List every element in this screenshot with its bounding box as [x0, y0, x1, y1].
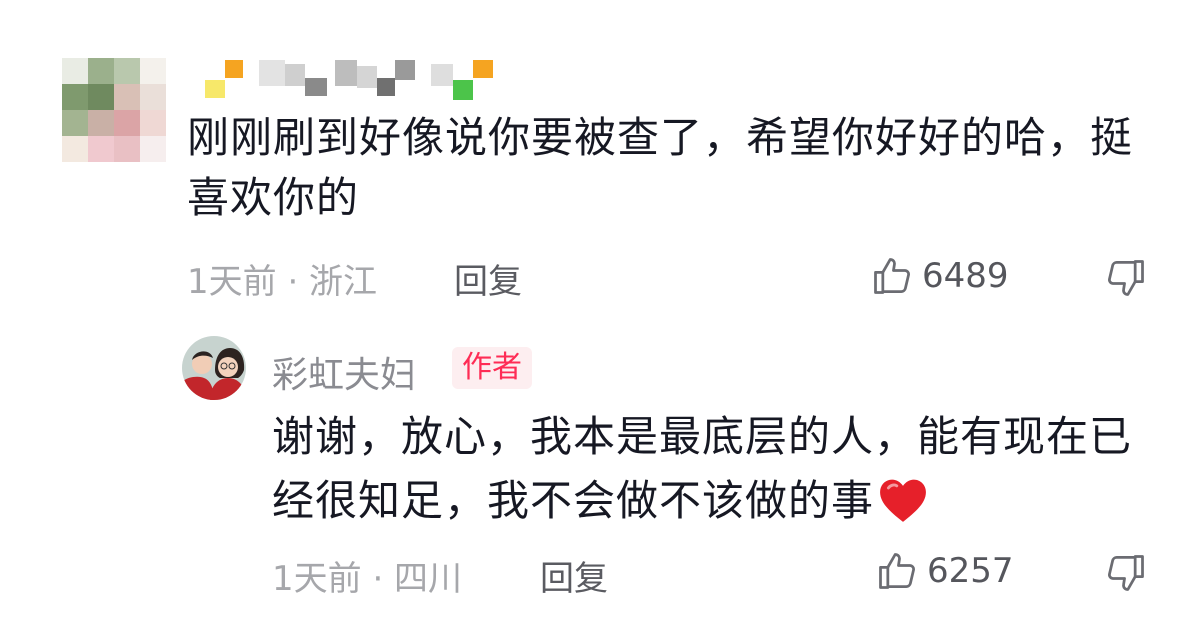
reply-dislike-button[interactable]	[1104, 551, 1148, 595]
comment-like-count: 6489	[922, 256, 1009, 296]
author-name[interactable]: 彩虹夫妇	[272, 346, 416, 398]
thumbs-down-outline-icon	[1108, 555, 1144, 591]
reply-like-count: 6257	[927, 551, 1014, 591]
comment-like-button[interactable]: 6489	[870, 254, 1009, 298]
comment-dislike-button[interactable]	[1104, 256, 1148, 300]
author-avatar[interactable]	[182, 336, 246, 400]
comment-text: 刚刚刷到好像说你要被查了，希望你好好的哈，挺喜欢你的	[187, 113, 1134, 222]
commenter-name-mosaic[interactable]	[205, 56, 493, 100]
author-badge: 作者	[452, 347, 532, 389]
reply-text: 谢谢，放心，我本是最底层的人，能有现在已经很知足，我不会做不该做的事	[272, 405, 1152, 541]
reply-reply-button[interactable]: 回复	[540, 551, 608, 600]
comment-reply-button[interactable]: 回复	[454, 254, 522, 303]
thumbs-up-outline-icon	[879, 553, 915, 589]
commenter-avatar-pixelated[interactable]	[62, 58, 166, 162]
reply-text-content: 谢谢，放心，我本是最底层的人，能有现在已经很知足，我不会做不该做的事	[272, 412, 1133, 525]
author-avatar-image	[182, 336, 246, 400]
comment-time-location: 1天前 · 浙江	[187, 262, 378, 302]
thumbs-down-outline-icon	[1108, 260, 1144, 296]
reply-like-button[interactable]: 6257	[875, 549, 1014, 593]
thumbs-up-outline-icon	[874, 258, 910, 294]
reply-time-location: 1天前 · 四川	[272, 559, 463, 599]
red-heart-emoji	[878, 477, 928, 541]
